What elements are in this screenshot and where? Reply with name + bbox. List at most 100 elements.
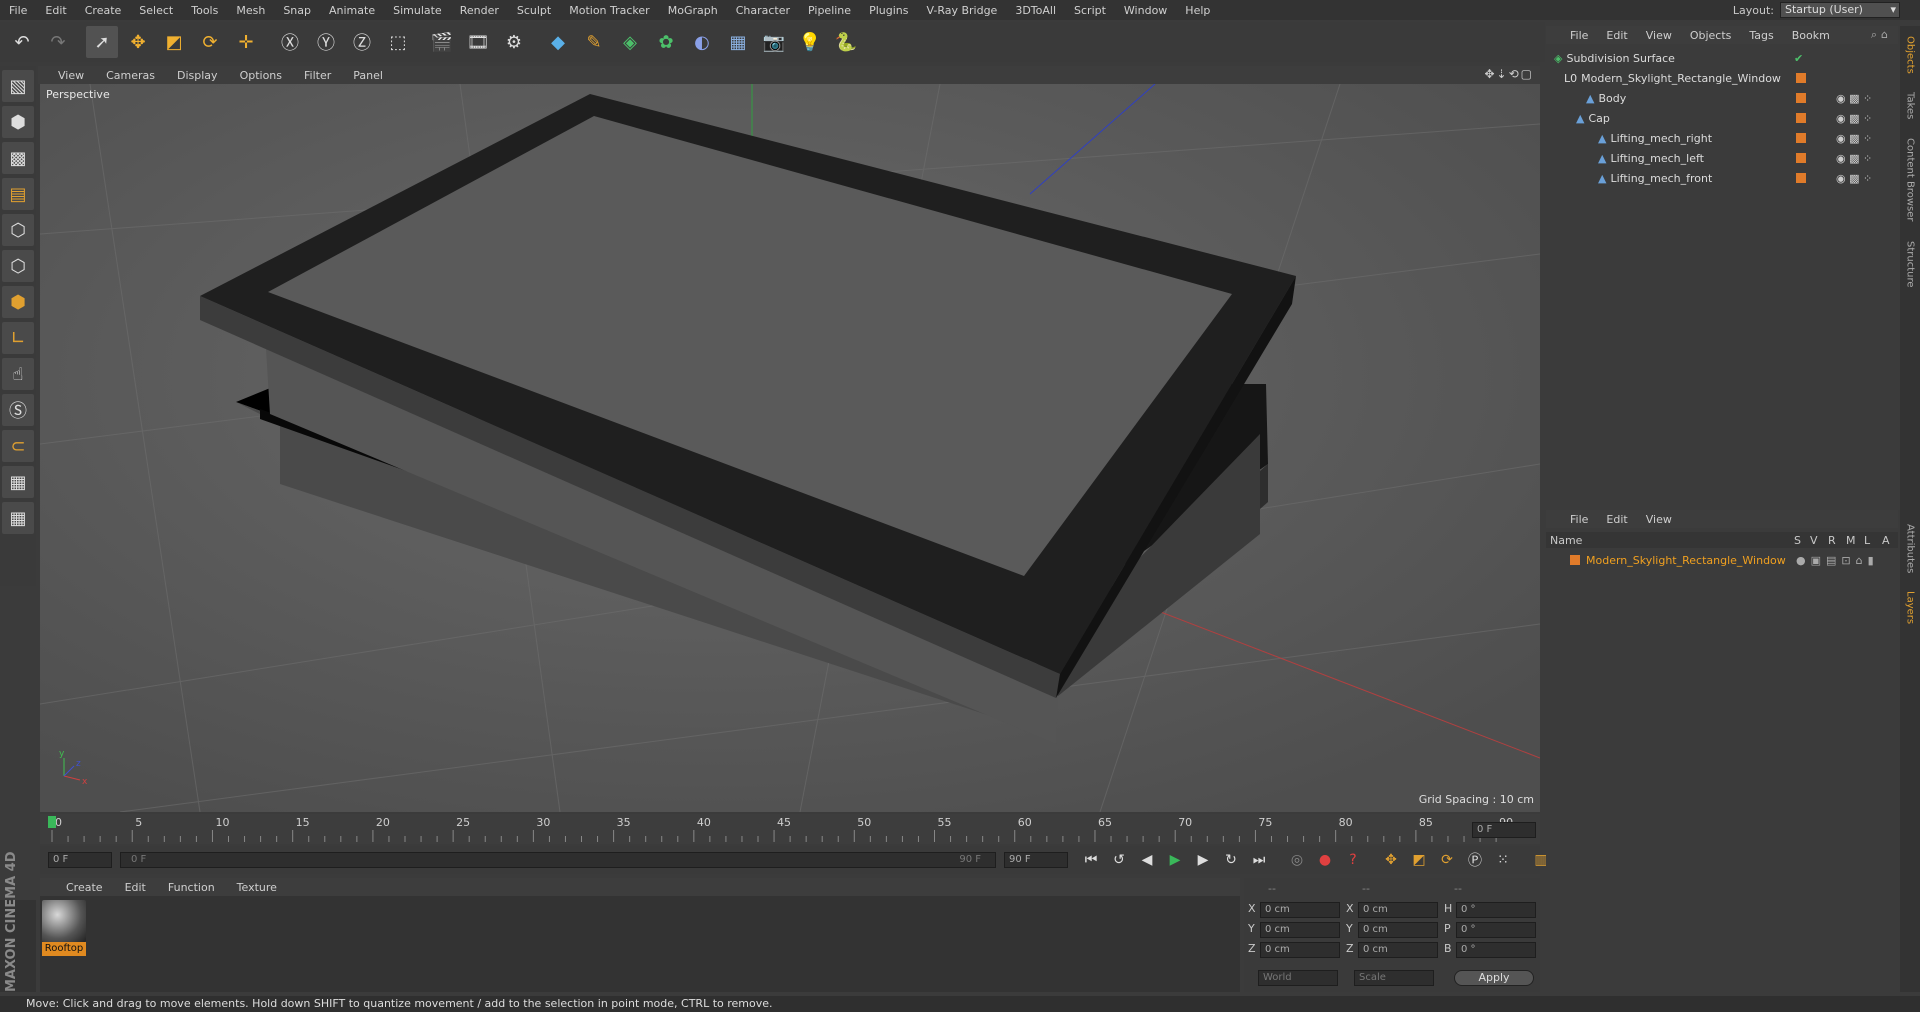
tab-layers[interactable]: Layers [1900, 586, 1920, 630]
light-icon[interactable]: 💡 [794, 26, 826, 58]
transform-tool-icon[interactable]: ✛ [230, 26, 262, 58]
menu-snap[interactable]: Snap [274, 4, 320, 17]
timeline[interactable]: 051015202530354045505560657075808590 0 F [40, 814, 1540, 844]
object-row[interactable]: ▲ Lifting_mech_front ◉ ▩ ⁘ [1546, 168, 1898, 188]
layer-col-view[interactable]: V [1810, 534, 1818, 547]
frame-range-slider[interactable]: 0 F 90 F [120, 852, 996, 868]
menu-3dtoall[interactable]: 3DToAll [1006, 4, 1065, 17]
go-to-end-icon[interactable]: ⏭ [1248, 849, 1270, 871]
select-tool-icon[interactable]: ➚ [86, 26, 118, 58]
material-tag-icon[interactable]: ◉ ▩ ⁘ [1836, 172, 1872, 185]
undo-icon[interactable]: ↶ [6, 26, 38, 58]
viewport-menu-filter[interactable]: Filter [304, 69, 331, 82]
tab-objects[interactable]: Objects [1900, 30, 1920, 80]
end-frame-field[interactable]: 90 F [1004, 852, 1068, 868]
layer-color-tag[interactable] [1796, 173, 1806, 183]
play-icon[interactable]: ▶ [1164, 849, 1186, 871]
viewport-menu-options[interactable]: Options [240, 69, 282, 82]
menu-tools[interactable]: Tools [182, 4, 227, 17]
size-mode-dropdown[interactable]: Scale [1354, 970, 1434, 986]
deformer-icon[interactable]: ◐ [686, 26, 718, 58]
layout-dropdown[interactable]: Startup (User) [1780, 2, 1900, 18]
menu-mograph[interactable]: MoGraph [659, 4, 727, 17]
scale-tool-icon[interactable]: ◩ [158, 26, 190, 58]
layer-col-solo[interactable]: S [1794, 534, 1801, 547]
material-tag-icon[interactable]: ◉ ▩ ⁘ [1836, 112, 1872, 125]
material-swatch[interactable]: Rooftop [42, 900, 86, 956]
polygon-mode-icon[interactable]: ⬢ [2, 286, 34, 318]
material-menu-create[interactable]: Create [66, 881, 103, 894]
viewport-nav-icons[interactable]: ✥⇣⟲▢ [1484, 67, 1534, 81]
object-menu-objects[interactable]: Objects [1690, 29, 1732, 42]
object-menu-tags[interactable]: Tags [1749, 29, 1773, 42]
menu-simulate[interactable]: Simulate [384, 4, 451, 17]
menu-help[interactable]: Help [1176, 4, 1219, 17]
cloner-icon[interactable]: ✿ [650, 26, 682, 58]
material-menu-function[interactable]: Function [168, 881, 215, 894]
size-y-field[interactable]: 0 cm [1358, 922, 1438, 938]
layer-color-swatch[interactable] [1570, 555, 1580, 565]
tab-takes[interactable]: Takes [1900, 86, 1920, 126]
object-menu-bookmarks[interactable]: Bookm [1792, 29, 1830, 42]
rotation-b-field[interactable]: 0 ° [1456, 942, 1536, 958]
menu-motion-tracker[interactable]: Motion Tracker [560, 4, 658, 17]
layer-col-manager[interactable]: M [1846, 534, 1856, 547]
menu-create[interactable]: Create [76, 4, 131, 17]
layer-color-tag[interactable] [1796, 153, 1806, 163]
menu-file[interactable]: File [0, 4, 36, 17]
menu-window[interactable]: Window [1115, 4, 1176, 17]
layer-color-tag[interactable] [1796, 133, 1806, 143]
key-rotation-icon[interactable]: ⟳ [1436, 849, 1458, 871]
viewport-menu-view[interactable]: View [58, 69, 84, 82]
cube-object-icon[interactable]: ◆ [542, 26, 574, 58]
position-z-field[interactable]: 0 cm [1260, 942, 1340, 958]
coordinate-system-icon[interactable]: ⬚ [382, 26, 414, 58]
material-tag-icon[interactable]: ◉ ▩ ⁘ [1836, 132, 1872, 145]
menu-character[interactable]: Character [727, 4, 799, 17]
key-point-level-icon[interactable]: ⁙ [1492, 849, 1514, 871]
size-z-field[interactable]: 0 cm [1358, 942, 1438, 958]
texture-mode-icon[interactable]: ▩ [2, 142, 34, 174]
y-axis-lock-icon[interactable]: Ⓨ [310, 26, 342, 58]
object-manager-search-icon[interactable]: ⌕⌂ [1871, 28, 1892, 42]
menu-sculpt[interactable]: Sculpt [508, 4, 560, 17]
menu-render[interactable]: Render [451, 4, 508, 17]
tab-content-browser[interactable]: Content Browser [1900, 130, 1920, 230]
planar-workplane-icon[interactable]: ▦ [2, 502, 34, 534]
tweak-mode-icon[interactable]: ☝ [2, 358, 34, 390]
menu-script[interactable]: Script [1065, 4, 1115, 17]
layer-menu-view[interactable]: View [1646, 513, 1672, 526]
enabled-check-icon[interactable]: ✔ [1794, 52, 1803, 65]
menu-select[interactable]: Select [130, 4, 182, 17]
object-menu-edit[interactable]: Edit [1606, 29, 1627, 42]
object-row[interactable]: ◈ Subdivision Surface ✔ [1546, 48, 1898, 68]
rotate-tool-icon[interactable]: ⟳ [194, 26, 226, 58]
size-x-field[interactable]: 0 cm [1358, 902, 1438, 918]
floor-icon[interactable]: ▦ [722, 26, 754, 58]
layer-col-locked[interactable]: L [1864, 534, 1870, 547]
menu-vray-bridge[interactable]: V-Ray Bridge [917, 4, 1006, 17]
material-menu-edit[interactable]: Edit [125, 881, 146, 894]
layer-color-tag[interactable] [1796, 113, 1806, 123]
object-menu-view[interactable]: View [1646, 29, 1672, 42]
make-editable-icon[interactable]: ▧ [2, 70, 34, 102]
layer-color-tag[interactable] [1796, 73, 1806, 83]
python-icon[interactable]: 🐍 [830, 26, 862, 58]
layer-row[interactable]: Modern_Skylight_Rectangle_Window ●▣▤⊡⌂▮ [1546, 550, 1898, 570]
solo-mode-icon[interactable]: Ⓢ [2, 394, 34, 426]
auto-key-icon[interactable]: ● [1314, 849, 1336, 871]
x-axis-lock-icon[interactable]: Ⓧ [274, 26, 306, 58]
object-row[interactable]: ▲ Lifting_mech_left ◉ ▩ ⁘ [1546, 148, 1898, 168]
next-key-icon[interactable]: ↻ [1220, 849, 1242, 871]
snap-magnet-icon[interactable]: ⊂ [2, 430, 34, 462]
apply-button[interactable]: Apply [1454, 970, 1534, 986]
edge-mode-icon[interactable]: ⬡ [2, 250, 34, 282]
pen-spline-icon[interactable]: ✎ [578, 26, 610, 58]
menu-pipeline[interactable]: Pipeline [799, 4, 860, 17]
rotation-h-field[interactable]: 0 ° [1456, 902, 1536, 918]
key-position-icon[interactable]: ✥ [1380, 849, 1402, 871]
object-row[interactable]: ▲ Lifting_mech_right ◉ ▩ ⁘ [1546, 128, 1898, 148]
subdivision-generator-icon[interactable]: ◈ [614, 26, 646, 58]
workplane-mode-icon[interactable]: ▤ [2, 178, 34, 210]
tab-structure[interactable]: Structure [1900, 234, 1920, 294]
